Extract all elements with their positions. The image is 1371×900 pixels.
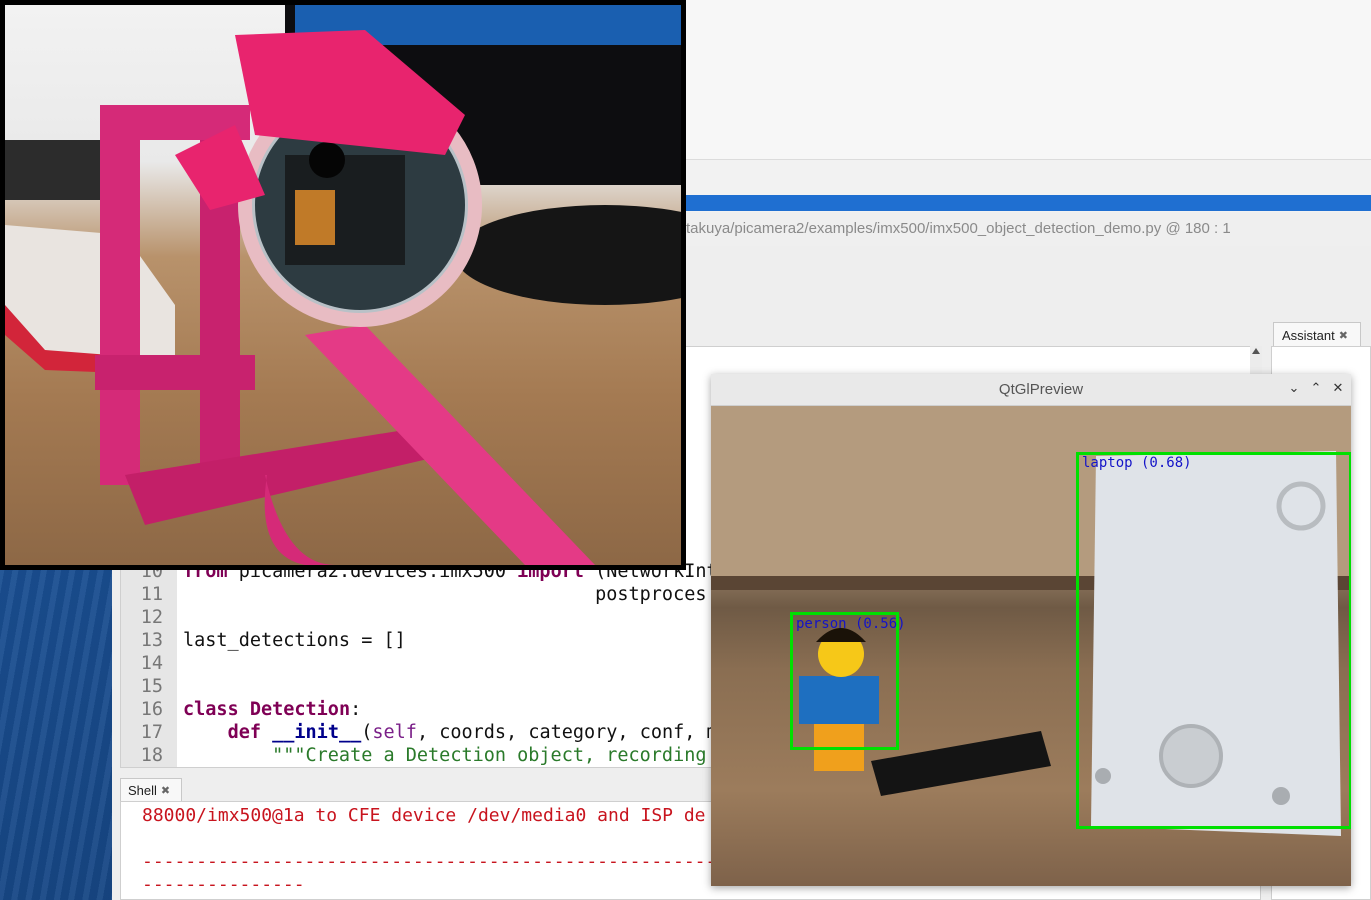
line-number: 18: [140, 745, 163, 766]
code-text: postproces: [183, 584, 707, 605]
line-number: 15: [140, 676, 163, 697]
line-number: 11: [140, 584, 163, 605]
tab-shell-label: Shell: [128, 783, 157, 798]
scroll-up-icon[interactable]: [1252, 348, 1260, 354]
line-number: 14: [140, 653, 163, 674]
qtglpreview-window: QtGlPreview ⌄ ⌃ ✕ person (0.56) laptop (: [711, 374, 1351, 886]
detection-box-person: [790, 612, 899, 750]
window-title: QtGlPreview: [998, 381, 1084, 398]
camera-rig-illustration: [5, 5, 681, 565]
shell-output-line: ---------------: [142, 874, 305, 895]
camera-preview: person (0.56) laptop (0.68): [711, 406, 1351, 886]
code-text: last_detections = []: [183, 630, 406, 651]
code-text: """Create a Detection object, recording …: [272, 745, 729, 766]
line-number: 17: [140, 722, 163, 743]
close-icon[interactable]: ✕: [1329, 380, 1347, 398]
tab-assistant-label: Assistant: [1282, 328, 1335, 343]
close-icon[interactable]: ✖: [1339, 329, 1348, 342]
tab-shell[interactable]: Shell ✖: [120, 778, 182, 802]
camera-rig-photo: [0, 0, 686, 570]
close-icon[interactable]: ✖: [161, 784, 170, 797]
line-number: 16: [140, 699, 163, 720]
code-text: def __init__(self, coords, category, con…: [227, 722, 729, 743]
line-number: 12: [140, 607, 163, 628]
preview-title-bar[interactable]: QtGlPreview ⌄ ⌃ ✕: [711, 374, 1351, 406]
detection-label-person: person (0.56): [796, 616, 906, 632]
minimize-icon[interactable]: ⌄: [1285, 380, 1303, 398]
file-path-text: takuya/picamera2/examples/imx500/imx500_…: [686, 220, 1231, 237]
shell-output-line: 88000/imx500@1a to CFE device /dev/media…: [142, 805, 706, 826]
detection-box-laptop: [1076, 452, 1351, 829]
detection-label-laptop: laptop (0.68): [1082, 455, 1192, 471]
tab-assistant[interactable]: Assistant ✖: [1273, 322, 1361, 348]
line-number: 13: [140, 630, 163, 651]
maximize-icon[interactable]: ⌃: [1307, 380, 1325, 398]
code-text: class Detection:: [183, 699, 362, 720]
